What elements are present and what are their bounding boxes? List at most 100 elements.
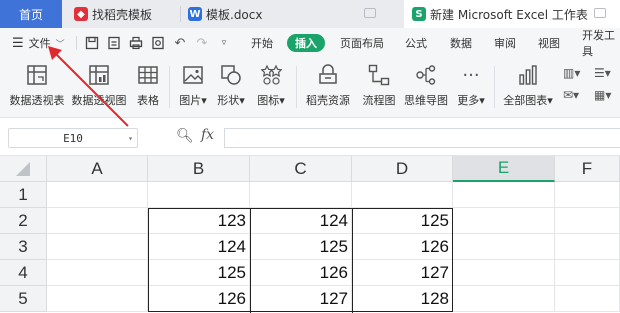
menu-view[interactable]: 视图 — [538, 28, 560, 58]
select-all-corner[interactable] — [0, 156, 47, 182]
picture-icon — [180, 62, 206, 88]
cell-e4[interactable] — [453, 260, 555, 286]
template-tab-label: 找稻壳模板 — [92, 7, 153, 22]
flowchart-icon — [366, 62, 392, 88]
row-header-5[interactable]: 5 — [0, 286, 47, 312]
cell-d4[interactable]: 127 — [352, 260, 453, 286]
table-label: 表格 — [137, 94, 159, 107]
pivot-table-button[interactable]: 数据透视表 — [9, 62, 65, 114]
pivot-chart-button[interactable]: 数据透视图 — [72, 62, 127, 114]
row-header-2[interactable]: 2 — [0, 208, 47, 234]
menu-formula[interactable]: 公式 — [405, 28, 427, 58]
column-header-f[interactable]: F — [555, 156, 620, 182]
cell-b2[interactable]: 123 — [148, 208, 250, 234]
cell-b4[interactable]: 125 — [148, 260, 250, 286]
menu-insert-label: 插入 — [295, 37, 317, 50]
cell-a5[interactable] — [47, 286, 148, 312]
cell-f5[interactable] — [555, 286, 620, 312]
column-chart-icon[interactable]: ▥▾ — [563, 66, 580, 80]
flowchart-button[interactable]: 流程图 — [359, 62, 399, 114]
workbook-tab-label: 新建 Microsoft Excel 工作表 — [430, 7, 588, 22]
mindmap-icon — [413, 62, 439, 88]
cell-d1[interactable] — [352, 182, 453, 208]
bar-chart-icon[interactable]: ☰▾ — [594, 66, 611, 80]
undo-icon[interactable]: ↶ — [172, 35, 188, 51]
row-header-3[interactable]: 3 — [0, 234, 47, 260]
insert-ribbon: 数据透视表 数据透视图 表格 图片▾ 形状▾ 图标▾ 稻壳资源 流程图 思维导图… — [0, 58, 620, 118]
cell-f4[interactable] — [555, 260, 620, 286]
zoom-search-icon[interactable]: 🔍︎ — [176, 128, 194, 144]
mindmap-button[interactable]: 思维导图 — [402, 62, 450, 114]
shape-icon — [218, 62, 244, 88]
file-menu[interactable]: ☰ 文件 ﹀ — [12, 28, 65, 58]
table-button[interactable]: 表格 — [133, 62, 163, 114]
chevron-down-icon: ▾ — [128, 133, 133, 143]
export-pdf-icon[interactable] — [106, 35, 122, 51]
cell-d5[interactable]: 128 — [352, 286, 453, 312]
formula-input[interactable] — [224, 128, 620, 148]
cell-b5[interactable]: 126 — [148, 286, 250, 312]
tab-preview-icon[interactable] — [364, 8, 376, 18]
cell-a3[interactable] — [47, 234, 148, 260]
cell-a1[interactable] — [47, 182, 148, 208]
redo-icon[interactable]: ↷ — [194, 35, 210, 51]
menu-developer[interactable]: 开发工具 — [582, 28, 620, 58]
menu-data[interactable]: 数据 — [450, 28, 472, 58]
cell-d2[interactable]: 125 — [352, 208, 453, 234]
cell-e3[interactable] — [453, 234, 555, 260]
column-header-b[interactable]: B — [148, 156, 250, 182]
fx-icon[interactable]: fx — [201, 127, 214, 143]
menu-start[interactable]: 开始 — [251, 28, 273, 58]
cell-f3[interactable] — [555, 234, 620, 260]
cell-b3[interactable]: 124 — [148, 234, 250, 260]
cell-c4[interactable]: 126 — [250, 260, 352, 286]
print-icon[interactable] — [128, 35, 144, 51]
print-preview-icon[interactable] — [150, 35, 166, 51]
doc-tab-label: 模板.docx — [206, 7, 263, 22]
row-header-4[interactable]: 4 — [0, 260, 47, 286]
cell-d3[interactable]: 126 — [352, 234, 453, 260]
line-chart-icon[interactable]: ✉▾ — [563, 88, 579, 102]
template-tab[interactable]: ◆ 找稻壳模板 — [74, 0, 180, 28]
tab-preview-icon[interactable] — [594, 8, 606, 18]
column-header-c[interactable]: C — [250, 156, 352, 182]
workbook-tab[interactable]: S 新建 Microsoft Excel 工作表 — [404, 0, 620, 28]
icon-library-button[interactable]: 图标▾ — [254, 62, 288, 114]
cell-c5[interactable]: 127 — [250, 286, 352, 312]
home-tab[interactable]: 首页 — [0, 0, 62, 28]
shape-button[interactable]: 形状▾ — [214, 62, 248, 114]
cell-f1[interactable] — [555, 182, 620, 208]
cell-a2[interactable] — [47, 208, 148, 234]
pivot-table-label: 数据透视表 — [9, 94, 65, 107]
menu-page-layout[interactable]: 页面布局 — [340, 28, 384, 58]
cell-b1[interactable] — [148, 182, 250, 208]
name-box[interactable]: E10 ▾ — [8, 128, 138, 148]
menu-review[interactable]: 审阅 — [494, 28, 516, 58]
docer-resource-button[interactable]: 稻壳资源 — [303, 62, 353, 114]
docer-resource-label: 稻壳资源 — [306, 94, 350, 107]
more-button[interactable]: ··· 更多▾ — [454, 62, 488, 114]
cell-c1[interactable] — [250, 182, 352, 208]
doc-tab[interactable]: W 模板.docx — [188, 0, 388, 28]
cell-f2[interactable] — [555, 208, 620, 234]
column-header-a[interactable]: A — [47, 156, 148, 182]
all-charts-icon — [515, 62, 541, 88]
menu-divider — [76, 36, 77, 50]
menu-insert[interactable]: 插入 — [287, 34, 325, 52]
cell-c3[interactable]: 125 — [250, 234, 352, 260]
column-header-d[interactable]: D — [352, 156, 453, 182]
customize-toolbar-icon[interactable]: ▿ — [216, 35, 232, 51]
stat-chart-icon[interactable]: ▦▾ — [594, 88, 611, 102]
formula-bar: E10 ▾ 🔍︎ fx — [0, 118, 620, 156]
docer-resource-icon — [315, 62, 341, 88]
cell-c2[interactable]: 124 — [250, 208, 352, 234]
cell-e2[interactable] — [453, 208, 555, 234]
cell-e5[interactable] — [453, 286, 555, 312]
save-icon[interactable] — [84, 35, 100, 51]
cell-e1[interactable] — [453, 182, 555, 208]
row-header-1[interactable]: 1 — [0, 182, 47, 208]
column-header-e[interactable]: E — [453, 156, 555, 182]
picture-button[interactable]: 图片▾ — [176, 62, 210, 114]
cell-a4[interactable] — [47, 260, 148, 286]
all-charts-button[interactable]: 全部图表▾ — [503, 62, 553, 114]
